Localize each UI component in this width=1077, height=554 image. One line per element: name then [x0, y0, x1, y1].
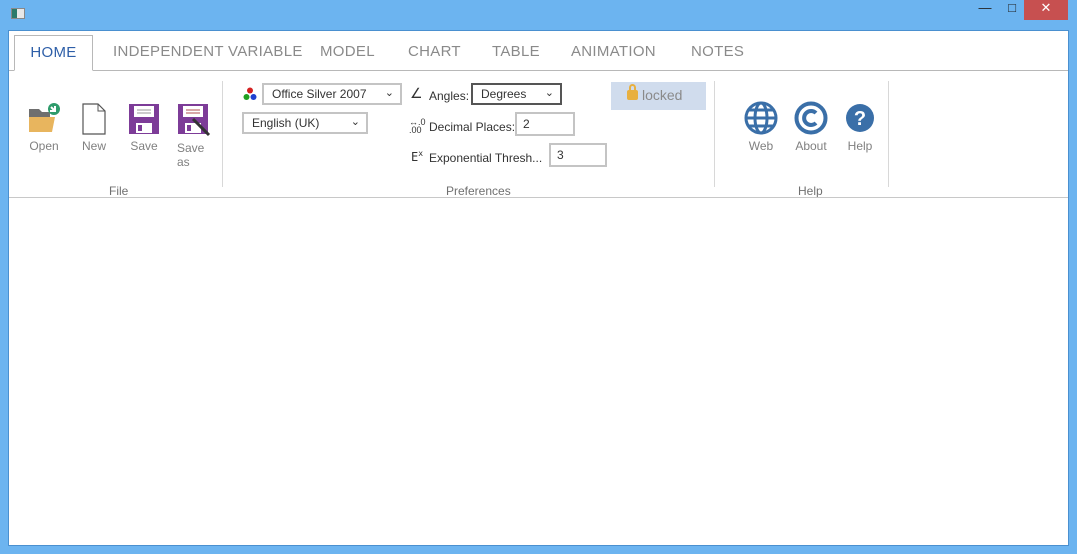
decimal-places-icon: ↔.0.00	[409, 117, 426, 135]
exponential-threshold-label: Exponential Thresh...	[429, 151, 543, 165]
save-button[interactable]: Save	[124, 103, 164, 153]
question-icon: ?	[846, 104, 874, 132]
locked-label: locked	[642, 87, 683, 103]
content-area	[9, 198, 1068, 545]
tab-table[interactable]: TABLE	[492, 43, 540, 60]
decimal-places-label: Decimal Places:	[429, 120, 516, 134]
chevron-down-icon: ⌄	[350, 116, 360, 128]
language-value: English (UK)	[252, 116, 320, 130]
separator	[222, 81, 223, 187]
tab-home[interactable]: HOME	[14, 35, 93, 71]
angles-dropdown[interactable]: Degrees ⌄	[471, 83, 562, 105]
globe-icon	[744, 101, 778, 135]
save-as-label: Save as	[177, 141, 205, 169]
angle-icon: ∠	[410, 85, 423, 101]
maximize-button[interactable]: □	[997, 0, 1027, 20]
minimize-button[interactable]: —	[970, 0, 1000, 20]
theme-colors-icon	[243, 87, 257, 100]
file-group-label: File	[109, 184, 129, 198]
tab-animation[interactable]: ANIMATION	[571, 43, 656, 60]
new-button[interactable]: New	[74, 103, 114, 153]
new-file-icon	[82, 103, 106, 135]
new-label: New	[81, 139, 106, 153]
copyright-icon	[794, 101, 828, 135]
locked-button[interactable]: locked	[611, 82, 706, 110]
decimal-places-input[interactable]: 2	[515, 112, 575, 136]
close-button[interactable]: ✕	[1024, 0, 1068, 20]
tab-independent-variable[interactable]: INDEPENDENT VARIABLE	[113, 43, 303, 60]
about-label: About	[795, 139, 827, 153]
angles-value: Degrees	[481, 87, 527, 101]
preferences-group-label: Preferences	[446, 184, 511, 198]
tab-model[interactable]: MODEL	[320, 43, 375, 60]
open-button[interactable]: Open	[24, 103, 64, 153]
save-as-icon	[178, 104, 211, 137]
angles-label: Angles:	[429, 89, 470, 103]
help-button[interactable]: ? Help	[840, 101, 880, 153]
svg-text:?: ?	[854, 108, 866, 130]
web-label: Web	[748, 139, 774, 153]
language-dropdown[interactable]: English (UK) ⌄	[242, 112, 368, 134]
chevron-down-icon: ⌄	[544, 87, 554, 99]
about-button[interactable]: About	[791, 101, 831, 153]
tab-notes[interactable]: NOTES	[691, 43, 744, 60]
save-as-button[interactable]: Save as	[171, 103, 215, 169]
theme-dropdown[interactable]: Office Silver 2007 ⌄	[262, 83, 402, 105]
help-group-label: Help	[798, 184, 823, 198]
open-folder-icon	[29, 103, 60, 132]
open-label: Open	[29, 139, 59, 153]
tab-bar: HOME INDEPENDENT VARIABLE MODEL CHART TA…	[9, 31, 1068, 71]
separator	[888, 81, 889, 187]
tab-chart[interactable]: CHART	[408, 43, 461, 60]
save-disk-icon	[129, 104, 159, 134]
save-label: Save	[130, 139, 158, 153]
exponent-icon: Ex	[411, 149, 424, 164]
chevron-down-icon: ⌄	[384, 87, 394, 99]
lock-icon	[627, 84, 638, 100]
separator	[714, 81, 715, 187]
exponential-threshold-input[interactable]: 3	[549, 143, 607, 167]
help-label: Help	[847, 139, 873, 153]
theme-value: Office Silver 2007	[272, 87, 367, 101]
main-window: HOME INDEPENDENT VARIABLE MODEL CHART TA…	[8, 30, 1069, 546]
web-button[interactable]: Web	[741, 101, 781, 153]
app-icon	[11, 8, 25, 19]
